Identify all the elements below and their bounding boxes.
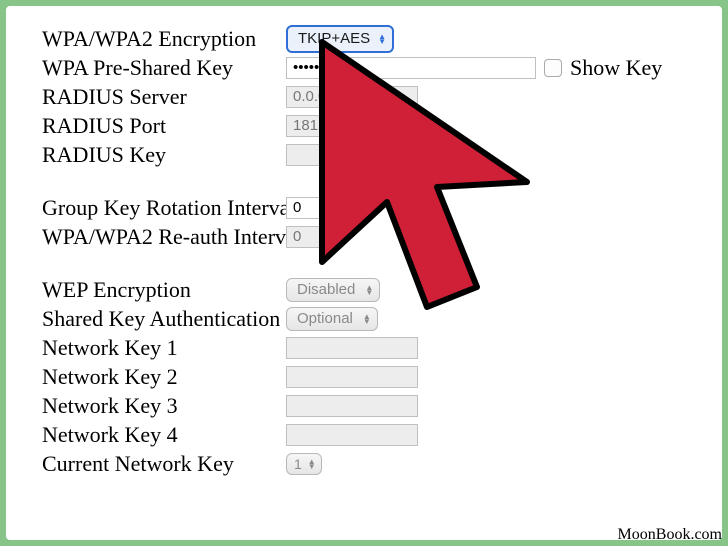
wep-encryption-value: Disabled [297,281,355,298]
wpa-psk-input[interactable] [286,57,536,79]
shared-key-auth-value: Optional [297,310,353,327]
current-net-key-value: 1 [294,456,302,472]
radius-port-input[interactable] [286,115,398,137]
show-key-checkbox[interactable] [544,59,562,77]
watermark: MoonBook.com [618,526,722,544]
radius-key-input[interactable] [286,144,418,166]
net-key-4-input[interactable] [286,424,418,446]
net-key-2-input[interactable] [286,366,418,388]
shared-key-auth-select[interactable]: Optional ▲▼ [286,307,378,331]
wpa-reauth-input[interactable] [286,226,331,248]
shared-key-auth-label: Shared Key Authentication [42,306,286,332]
select-arrows-icon: ▲▼ [365,285,373,295]
wep-encryption-select[interactable]: Disabled ▲▼ [286,278,380,302]
select-arrows-icon: ▲▼ [363,314,371,324]
select-arrows-icon: ▲▼ [308,459,316,469]
radius-server-label: RADIUS Server [42,84,286,110]
radius-port-label: RADIUS Port [42,113,286,139]
group-key-rotation-label: Group Key Rotation Interval [42,195,286,221]
group-key-rotation-input[interactable] [286,197,331,219]
net-key-3-label: Network Key 3 [42,393,286,419]
net-key-2-label: Network Key 2 [42,364,286,390]
wpa-encryption-value: TKIP+AES [298,30,370,47]
wpa-encryption-label: WPA/WPA2 Encryption [42,26,286,52]
current-net-key-select[interactable]: 1 ▲▼ [286,453,322,475]
net-key-1-input[interactable] [286,337,418,359]
select-arrows-icon: ▲▼ [378,34,386,44]
wpa-encryption-select[interactable]: TKIP+AES ▲▼ [286,25,394,53]
net-key-3-input[interactable] [286,395,418,417]
net-key-4-label: Network Key 4 [42,422,286,448]
net-key-1-label: Network Key 1 [42,335,286,361]
radius-key-label: RADIUS Key [42,142,286,168]
wpa-psk-label: WPA Pre-Shared Key [42,55,286,81]
wpa-reauth-label: WPA/WPA2 Re-auth Interval [42,224,286,250]
radius-server-input[interactable] [286,86,418,108]
current-net-key-label: Current Network Key [42,451,286,477]
wep-encryption-label: WEP Encryption [42,277,286,303]
show-key-label: Show Key [570,55,662,81]
